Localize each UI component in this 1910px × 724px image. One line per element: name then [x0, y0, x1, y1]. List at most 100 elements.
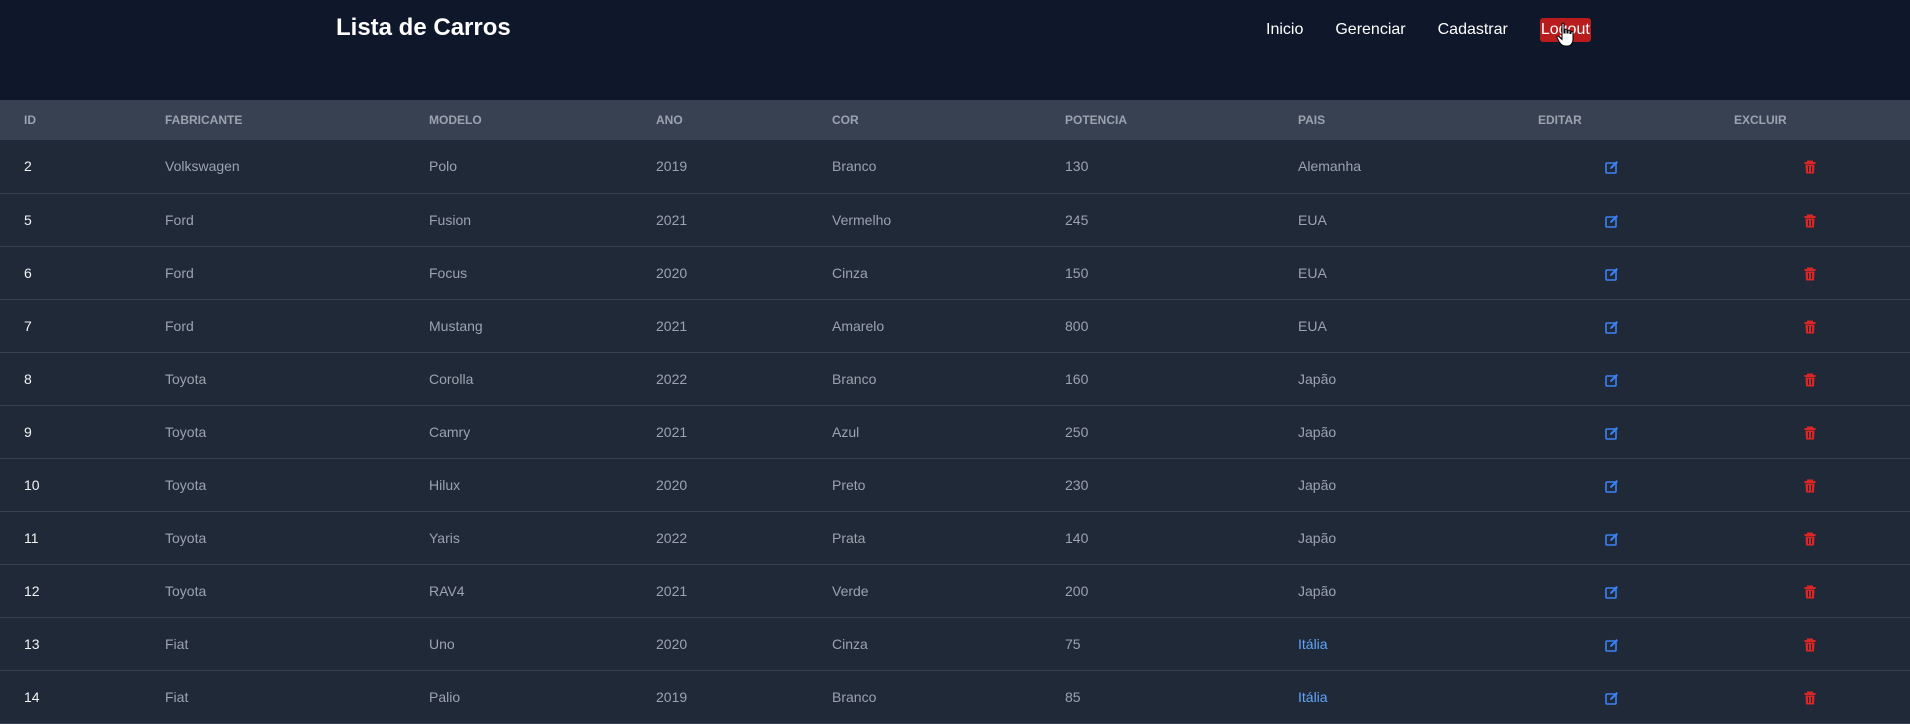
trash-icon[interactable]: [1803, 160, 1817, 174]
cell-potencia: 245: [1065, 211, 1089, 228]
trash-icon[interactable]: [1803, 532, 1817, 546]
cell-modelo: RAV4: [429, 582, 465, 599]
cell-id: 14: [24, 688, 40, 705]
main-nav: Inicio Gerenciar Cadastrar Logout: [1266, 18, 1591, 42]
table-row: 5 Ford Fusion 2021 Vermelho 245 EUA: [0, 193, 1910, 246]
edit-icon[interactable]: [1605, 532, 1619, 546]
table-row: 12 Toyota RAV4 2021 Verde 200 Japão: [0, 564, 1910, 617]
col-header-modelo: MODELO: [429, 113, 482, 127]
cell-ano: 2019: [656, 688, 688, 705]
cell-id: 8: [24, 370, 32, 387]
trash-icon[interactable]: [1803, 638, 1817, 652]
cell-pais: Japão: [1298, 423, 1337, 440]
nav-gerenciar-link[interactable]: Gerenciar: [1335, 19, 1405, 41]
cell-fabricante: Fiat: [165, 635, 189, 652]
edit-icon[interactable]: [1605, 320, 1619, 334]
edit-icon[interactable]: [1605, 160, 1619, 175]
cell-pais: EUA: [1298, 211, 1327, 228]
trash-icon[interactable]: [1803, 214, 1817, 228]
edit-cell: [1514, 458, 1710, 511]
delete-cell: [1710, 246, 1910, 299]
table-body: 2 Volkswagen Polo 2019 Branco 130 Alemanha 5 For…: [0, 140, 1910, 723]
edit-icon[interactable]: [1605, 373, 1619, 387]
cell-cor: Cinza: [832, 264, 868, 281]
delete-cell: [1710, 352, 1910, 405]
cell-potencia: 160: [1065, 370, 1089, 387]
cell-modelo: Uno: [429, 635, 455, 652]
col-header-ano: ANO: [656, 113, 683, 127]
trash-icon[interactable]: [1803, 320, 1817, 334]
cell-potencia: 800: [1065, 317, 1089, 334]
cell-pais: Japão: [1298, 370, 1337, 387]
col-header-id: ID: [24, 113, 36, 127]
table-row: 9 Toyota Camry 2021 Azul 250 Japão: [0, 405, 1910, 458]
delete-cell: [1710, 617, 1910, 670]
trash-icon[interactable]: [1803, 585, 1817, 599]
table-row: 10 Toyota Hilux 2020 Preto 230 Japão: [0, 458, 1910, 511]
cell-cor: Branco: [832, 370, 877, 387]
cell-modelo: Hilux: [429, 476, 461, 493]
cell-id: 7: [24, 317, 32, 334]
cell-id: 11: [24, 529, 39, 546]
cell-ano: 2020: [656, 264, 688, 281]
edit-icon[interactable]: [1605, 638, 1619, 652]
edit-icon[interactable]: [1605, 426, 1619, 440]
cell-pais: Japão: [1298, 529, 1337, 546]
cell-cor: Vermelho: [832, 211, 892, 228]
table-row: 2 Volkswagen Polo 2019 Branco 130 Alemanha: [0, 140, 1910, 193]
cell-pais: Itália: [1298, 688, 1328, 705]
cell-ano: 2022: [656, 529, 688, 546]
cell-pais: Itália: [1298, 635, 1328, 652]
trash-icon[interactable]: [1803, 267, 1817, 281]
cell-modelo: Camry: [429, 423, 471, 440]
top-header: Lista de Carros Inicio Gerenciar Cadastr…: [0, 0, 1910, 100]
cell-pais: Alemanha: [1298, 158, 1362, 175]
nav-cadastrar-link[interactable]: Cadastrar: [1438, 19, 1508, 41]
delete-cell: [1710, 458, 1910, 511]
nav-inicio-link[interactable]: Inicio: [1266, 19, 1303, 41]
cell-potencia: 150: [1065, 264, 1089, 281]
cell-cor: Amarelo: [832, 317, 885, 334]
cell-modelo: Polo: [429, 158, 458, 175]
delete-cell: [1710, 564, 1910, 617]
cell-cor: Azul: [832, 423, 860, 440]
hand-cursor-icon: [1556, 22, 1574, 47]
edit-icon[interactable]: [1605, 479, 1619, 493]
cell-fabricante: Toyota: [165, 582, 207, 599]
cars-table: ID FABRICANTE MODELO ANO COR POTENCIA PA…: [0, 100, 1910, 724]
col-header-excluir: EXCLUIR: [1734, 113, 1787, 127]
cell-modelo: Mustang: [429, 317, 483, 334]
edit-icon[interactable]: [1605, 691, 1619, 705]
cell-modelo: Fusion: [429, 211, 472, 228]
trash-icon[interactable]: [1803, 373, 1817, 387]
cell-ano: 2019: [656, 158, 688, 175]
cell-cor: Prata: [832, 529, 866, 546]
cell-cor: Branco: [832, 158, 877, 175]
cell-id: 13: [24, 635, 40, 652]
edit-icon[interactable]: [1605, 267, 1619, 281]
cell-potencia: 85: [1065, 688, 1081, 705]
cell-ano: 2021: [656, 423, 688, 440]
edit-icon[interactable]: [1605, 214, 1619, 228]
delete-cell: [1710, 193, 1910, 246]
edit-icon[interactable]: [1605, 585, 1619, 599]
delete-cell: [1710, 511, 1910, 564]
cell-modelo: Palio: [429, 688, 461, 705]
trash-icon[interactable]: [1803, 479, 1817, 493]
cell-ano: 2020: [656, 476, 688, 493]
cell-cor: Verde: [832, 582, 869, 599]
table-row: 13 Fiat Uno 2020 Cinza 75 Itália: [0, 617, 1910, 670]
cell-potencia: 250: [1065, 423, 1089, 440]
edit-cell: [1514, 193, 1710, 246]
cell-pais: EUA: [1298, 317, 1327, 334]
cell-ano: 2021: [656, 317, 688, 334]
cell-id: 10: [24, 476, 40, 493]
cell-id: 2: [24, 158, 32, 175]
trash-icon[interactable]: [1803, 691, 1817, 705]
cell-fabricante: Toyota: [165, 370, 207, 387]
cell-ano: 2021: [656, 582, 688, 599]
trash-icon[interactable]: [1803, 426, 1817, 440]
cell-cor: Branco: [832, 688, 877, 705]
edit-cell: [1514, 140, 1710, 193]
edit-cell: [1514, 564, 1710, 617]
